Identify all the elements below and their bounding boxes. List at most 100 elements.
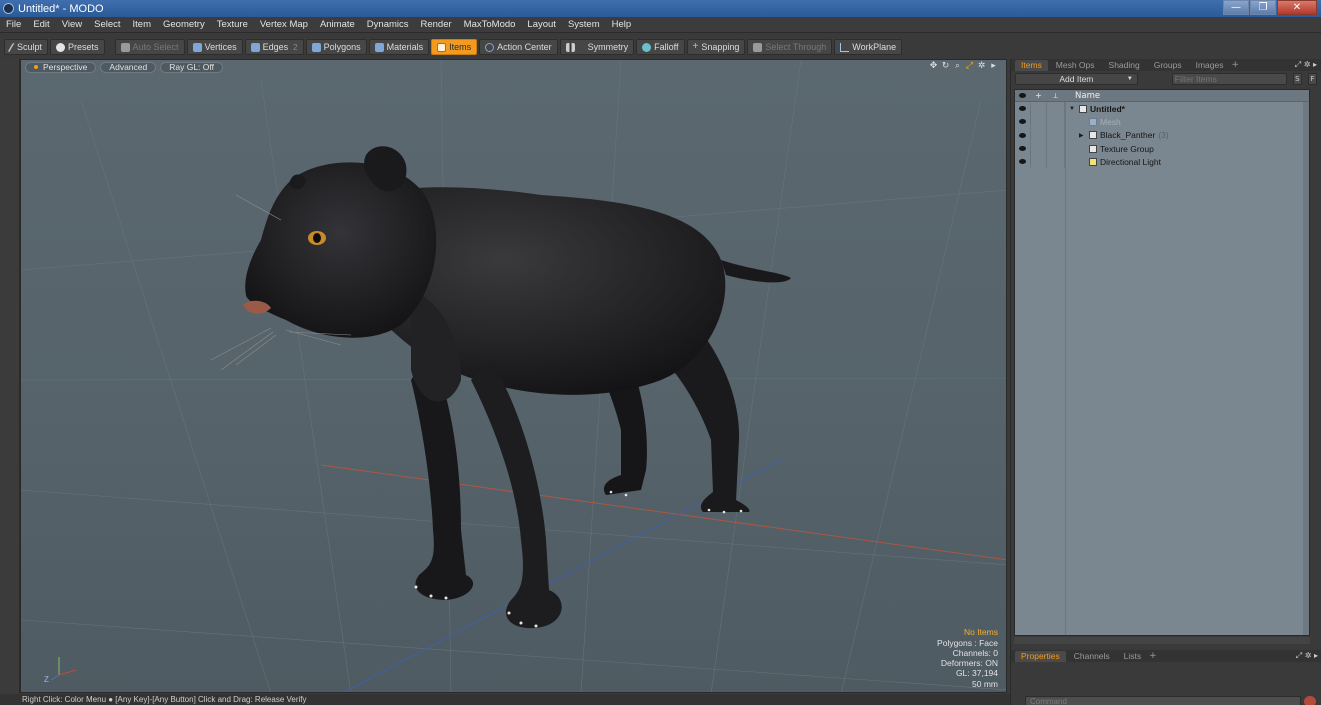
shading-label: Advanced bbox=[109, 62, 148, 72]
viewport-nav-icons: ✥ ↻ ⌕ ⤢ ✲ ▸ bbox=[929, 62, 998, 71]
menu-select[interactable]: Select bbox=[94, 19, 120, 30]
filter-items-input[interactable] bbox=[1171, 73, 1287, 85]
3d-viewport[interactable]: Z Perspective Advanced Ray GL: Off ✥ ↻ ⌕… bbox=[20, 59, 1007, 693]
viewport-scene: Z bbox=[21, 60, 1006, 692]
command-execute-button[interactable] bbox=[1304, 696, 1316, 705]
menu-item[interactable]: Item bbox=[133, 19, 151, 30]
visibility-eye-icon[interactable] bbox=[1019, 159, 1026, 165]
tab-lists[interactable]: Lists bbox=[1118, 651, 1147, 662]
items-button[interactable]: Items bbox=[431, 39, 478, 55]
menu-dynamics[interactable]: Dynamics bbox=[367, 19, 409, 30]
menu-view[interactable]: View bbox=[62, 19, 82, 30]
menu-edit[interactable]: Edit bbox=[33, 19, 49, 30]
tab-items[interactable]: Items bbox=[1015, 59, 1048, 71]
menu-help[interactable]: Help bbox=[612, 19, 632, 30]
close-button[interactable]: ✕ bbox=[1277, 0, 1317, 15]
select-through-button[interactable]: Select Through bbox=[747, 39, 833, 55]
menu-system[interactable]: System bbox=[568, 19, 600, 30]
materials-button[interactable]: Materials bbox=[368, 39, 430, 55]
panel-options-icon[interactable]: ⤢ ✲ ▸ bbox=[1295, 60, 1317, 70]
action-center-button[interactable]: Action Center bbox=[479, 39, 558, 55]
tree-row-scene[interactable]: ▼ Untitled* bbox=[1015, 102, 1309, 116]
polygons-icon bbox=[311, 42, 321, 52]
minimize-button[interactable]: — bbox=[1223, 0, 1249, 15]
presets-button[interactable]: Presets bbox=[50, 39, 105, 55]
tab-mesh-ops[interactable]: Mesh Ops bbox=[1050, 60, 1101, 71]
child-count: (3) bbox=[1158, 130, 1169, 141]
add-item-dropdown[interactable]: Add Item ▼ bbox=[1015, 73, 1138, 85]
channels-info: Channels: 0 bbox=[952, 647, 998, 658]
command-input[interactable]: Command bbox=[1025, 696, 1301, 705]
menu-animate[interactable]: Animate bbox=[320, 19, 355, 30]
edges-count: 2 bbox=[293, 42, 298, 52]
tab-properties[interactable]: Properties bbox=[1015, 650, 1066, 662]
tab-images[interactable]: Images bbox=[1190, 60, 1230, 71]
menu-layout[interactable]: Layout bbox=[527, 19, 556, 30]
tree-header: + ⊥ Name bbox=[1015, 90, 1309, 102]
rotate-view-icon[interactable]: ↻ bbox=[941, 62, 950, 71]
workplane-button[interactable]: WorkPlane bbox=[834, 39, 903, 55]
filter-s-button[interactable]: S bbox=[1292, 73, 1302, 85]
expand-triangle-icon[interactable]: ▶ bbox=[1079, 132, 1086, 139]
menu-maxtomodo[interactable]: MaxToModo bbox=[464, 19, 516, 30]
tab-groups[interactable]: Groups bbox=[1148, 60, 1188, 71]
menu-texture[interactable]: Texture bbox=[217, 19, 248, 30]
menu-vertex-map[interactable]: Vertex Map bbox=[260, 19, 308, 30]
tree-item-label: Untitled* bbox=[1090, 103, 1125, 114]
lock-column-header[interactable]: + bbox=[1031, 90, 1047, 101]
visibility-eye-icon[interactable] bbox=[1019, 146, 1026, 152]
workplane-icon bbox=[840, 42, 850, 52]
visibility-eye-icon[interactable] bbox=[1019, 106, 1026, 112]
expand-triangle-icon[interactable]: ▼ bbox=[1069, 106, 1076, 112]
visibility-eye-icon[interactable] bbox=[1019, 132, 1026, 138]
vertices-button[interactable]: Vertices bbox=[186, 39, 243, 55]
menu-render[interactable]: Render bbox=[421, 19, 452, 30]
tree-row-black-panther[interactable]: ▶ Black_Panther (3) bbox=[1015, 128, 1309, 142]
name-column-header[interactable]: Name bbox=[1065, 91, 1100, 101]
falloff-icon bbox=[642, 42, 652, 52]
view-mode-dropdown[interactable]: Perspective bbox=[25, 61, 97, 73]
menu-geometry[interactable]: Geometry bbox=[163, 19, 205, 30]
materials-icon bbox=[374, 42, 384, 52]
edges-button[interactable]: Edges 2 bbox=[244, 39, 304, 55]
falloff-button[interactable]: Falloff bbox=[636, 39, 685, 55]
maximize-button[interactable]: ❐ bbox=[1250, 0, 1276, 15]
visibility-column-header[interactable] bbox=[1015, 90, 1031, 101]
tree-row-mesh[interactable]: Mesh bbox=[1015, 115, 1309, 129]
snapping-button[interactable]: + Snapping bbox=[686, 39, 746, 55]
move-view-icon[interactable]: ✥ bbox=[929, 62, 938, 71]
visibility-eye-icon[interactable] bbox=[1019, 119, 1026, 125]
tree-item-label: Mesh bbox=[1100, 116, 1121, 127]
tree-row-directional-light[interactable]: Directional Light bbox=[1015, 155, 1309, 169]
zoom-view-icon[interactable]: ⌕ bbox=[953, 62, 962, 71]
items-panel-tabs: Items Mesh Ops Shading Groups Images + ⤢… bbox=[1011, 59, 1321, 71]
horizontal-scrollbar[interactable] bbox=[1014, 637, 1310, 644]
filter-f-button[interactable]: F bbox=[1307, 73, 1318, 85]
axis-gizmo: Z bbox=[44, 657, 77, 684]
auto-select-button[interactable]: Auto Select bbox=[114, 39, 185, 55]
sculpt-button[interactable]: Sculpt bbox=[4, 39, 49, 55]
tree-scrollbar[interactable] bbox=[1303, 102, 1309, 635]
panel-options-icon[interactable]: ⤢ ✲ ▸ bbox=[1296, 651, 1318, 661]
tree-row-texture-group[interactable]: Texture Group bbox=[1015, 141, 1309, 156]
shading-dropdown[interactable]: Advanced bbox=[100, 61, 157, 73]
viewport-menu-icon[interactable]: ▸ bbox=[989, 62, 998, 71]
viewport-settings-icon[interactable]: ✲ bbox=[977, 62, 986, 71]
fit-view-icon[interactable]: ⤢ bbox=[965, 62, 974, 71]
symmetry-button[interactable]: Symmetry bbox=[559, 39, 635, 55]
ray-gl-toggle[interactable]: Ray GL: Off bbox=[160, 61, 223, 73]
tab-shading[interactable]: Shading bbox=[1103, 60, 1146, 71]
axis-z-label: Z bbox=[44, 675, 49, 684]
focal-info: 50 mm bbox=[972, 678, 998, 689]
menu-file[interactable]: File bbox=[6, 19, 21, 30]
tab-channels[interactable]: Channels bbox=[1068, 651, 1116, 662]
black-panther-model[interactable] bbox=[210, 146, 791, 629]
items-controls: Add Item ▼ S F bbox=[1011, 71, 1321, 87]
render-column-header[interactable]: ⊥ bbox=[1047, 90, 1065, 101]
add-tab-button[interactable]: + bbox=[1149, 651, 1157, 661]
polygons-button[interactable]: Polygons bbox=[305, 39, 367, 55]
items-icon bbox=[437, 42, 447, 52]
snapping-icon: + bbox=[692, 40, 699, 52]
light-icon bbox=[1089, 157, 1097, 166]
add-tab-button[interactable]: + bbox=[1231, 60, 1239, 70]
